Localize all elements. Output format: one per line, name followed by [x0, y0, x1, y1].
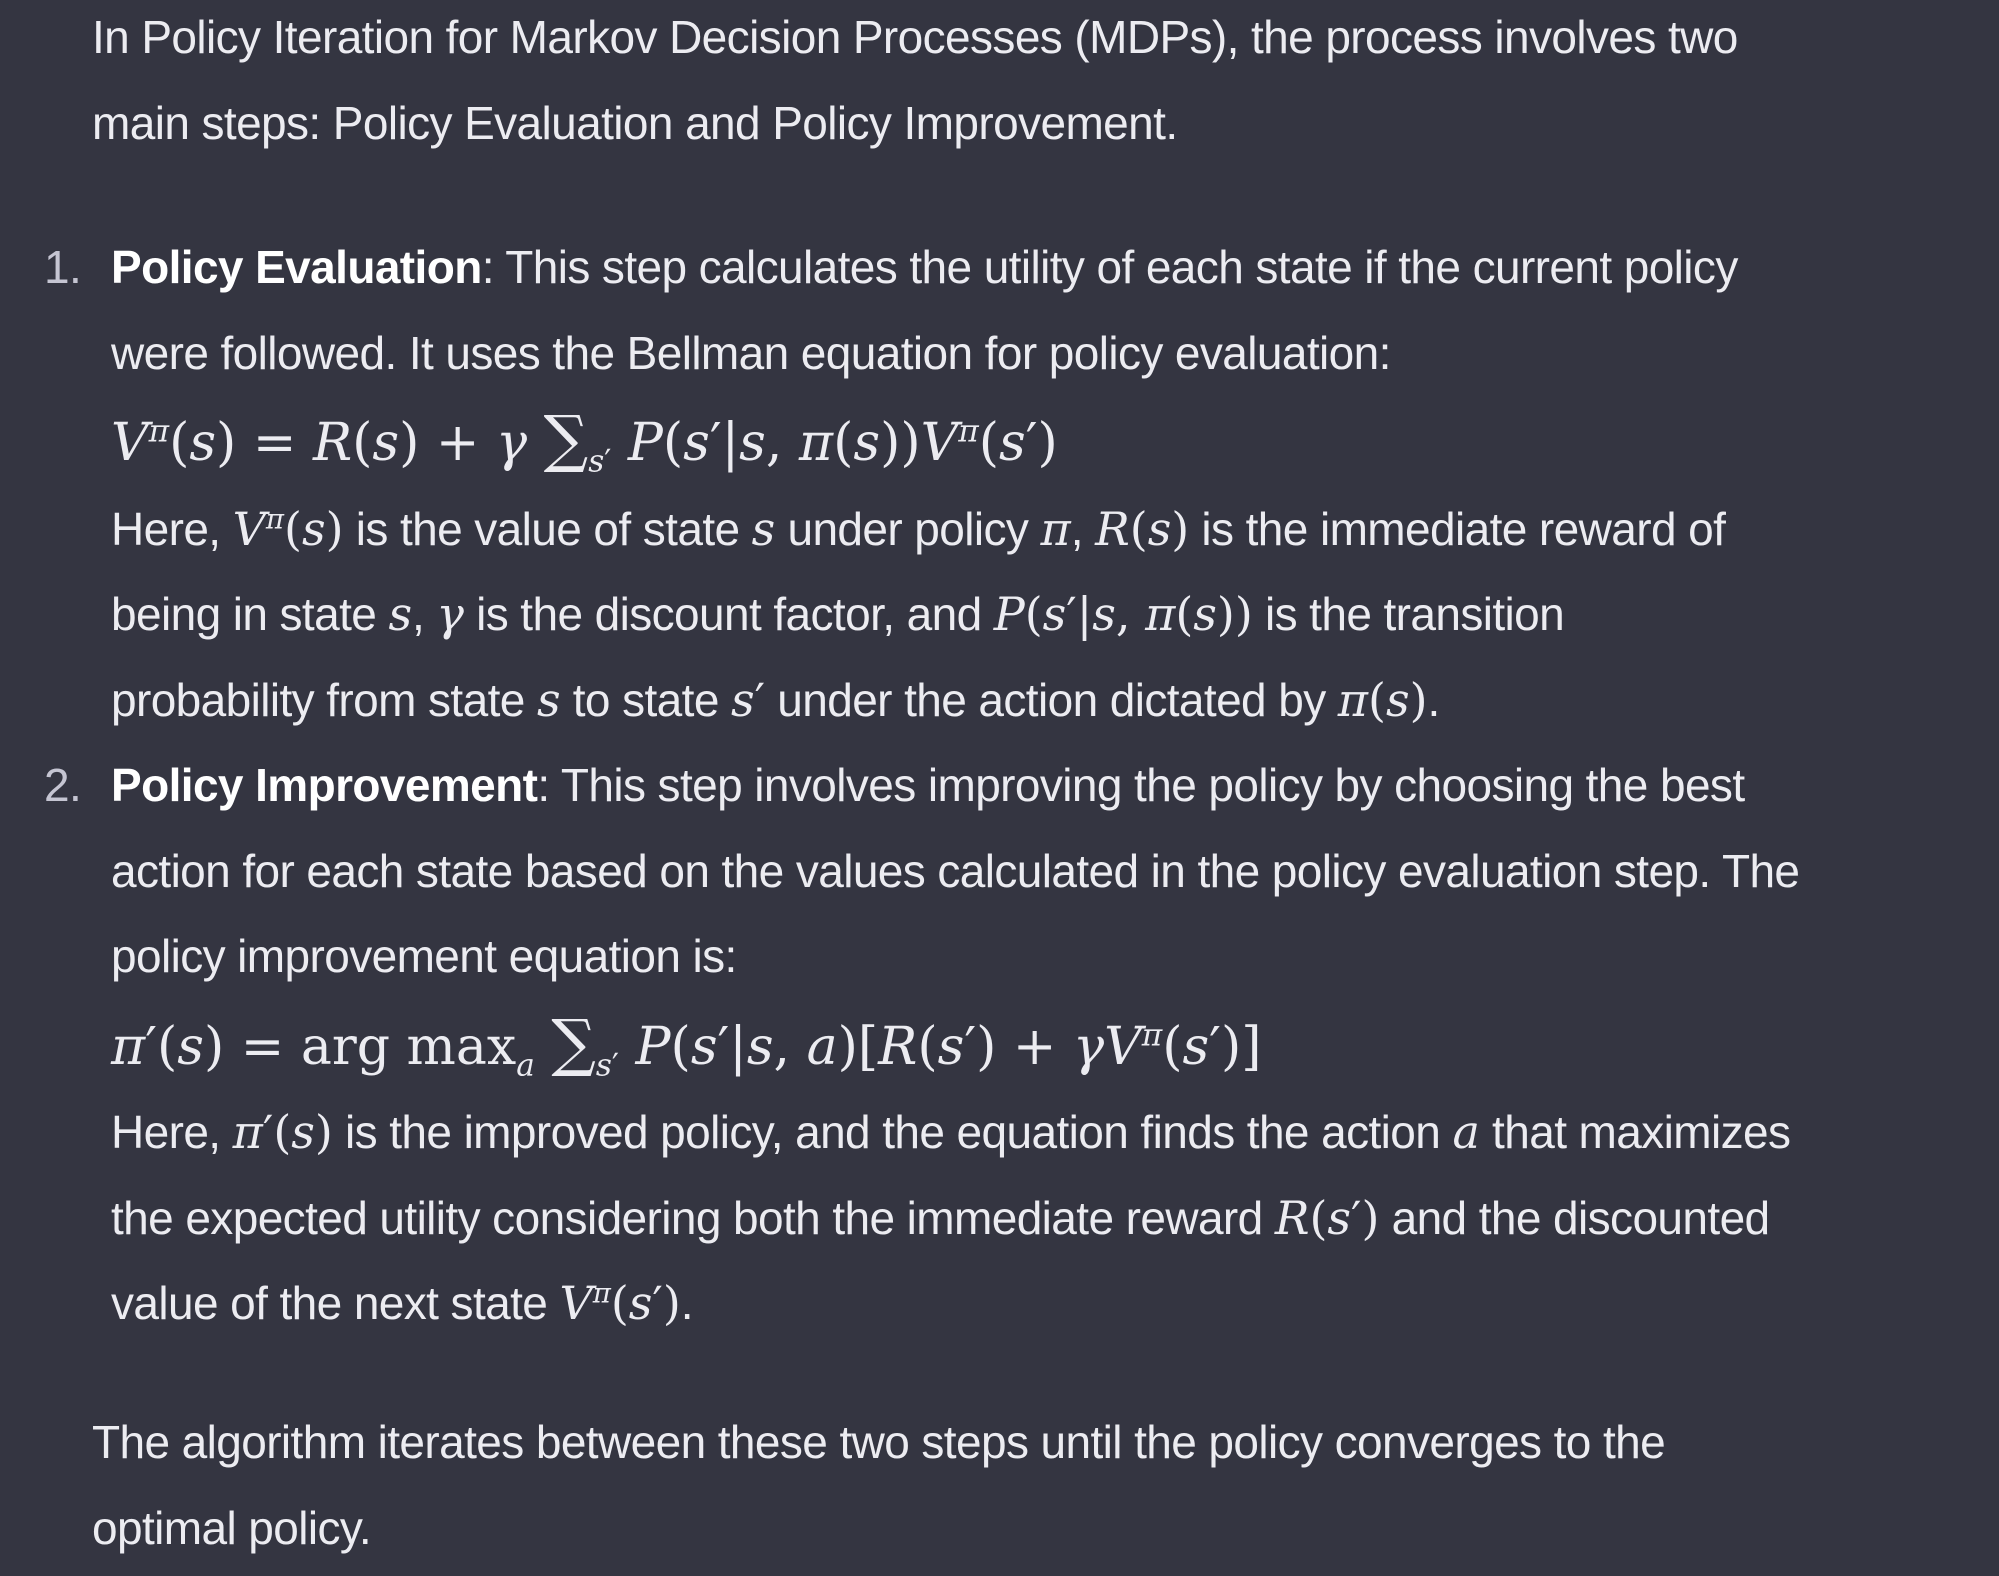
intro-line-2: main steps: Policy Evaluation and Policy…	[92, 97, 1178, 149]
step-title-policy-improvement: Policy Improvement	[111, 759, 538, 811]
list-number: 1.	[44, 241, 82, 293]
step-1-explanation-1: Here, Vπ(s) is the value of state s unde…	[111, 501, 1726, 556]
step-2-explanation-1: Here, π′(s) is the improved policy, and …	[111, 1105, 1791, 1159]
list-number: 2.	[44, 759, 82, 811]
step-title-policy-evaluation: Policy Evaluation	[111, 241, 482, 293]
step-1-explanation-2: being in state s, γ is the discount fact…	[111, 587, 1565, 641]
intro-paragraph: In Policy Iteration for Markov Decision …	[92, 0, 1972, 166]
intro-line-1: In Policy Iteration for Markov Decision …	[92, 11, 1738, 63]
step-2-text-3: policy improvement equation is:	[111, 930, 737, 982]
step-2-line-1: Policy Improvement: This step involves i…	[111, 759, 1745, 811]
step-1-text-1: This step calculates the utility of each…	[505, 241, 1738, 293]
steps-list: 1. Policy Evaluation: This step calculat…	[0, 225, 1999, 1347]
bellman-equation: Vπ(s) = R(s) + γ ∑s′ P(s′|s, π(s))Vπ(s′)	[111, 402, 1058, 480]
step-2-explanation-2: the expected utility considering both th…	[111, 1190, 1770, 1245]
step-2-text-1: This step involves improving the policy …	[560, 759, 1745, 811]
policy-improvement-equation: π′(s) = arg maxa ∑s′ P(s′|s, a)[R(s′) + …	[111, 1005, 1262, 1083]
outro-line-1: The algorithm iterates between these two…	[92, 1416, 1666, 1468]
step-2-explanation-3: value of the next state Vπ(s′).	[111, 1276, 694, 1330]
list-item-policy-evaluation: 1. Policy Evaluation: This step calculat…	[0, 225, 1999, 743]
outro-paragraph: The algorithm iterates between these two…	[92, 1399, 1972, 1571]
step-1-text-2: were followed. It uses the Bellman equat…	[111, 326, 1391, 379]
step-2-text-2: action for each state based on the value…	[111, 844, 1800, 897]
list-item-policy-improvement: 2. Policy Improvement: This step involve…	[0, 743, 1999, 1347]
step-1-line-1: Policy Evaluation: This step calculates …	[111, 241, 1738, 293]
outro-line-2: optimal policy.	[92, 1502, 372, 1554]
step-1-explanation-3: probability from state s to state s′ und…	[111, 672, 1440, 727]
assistant-message: In Policy Iteration for Markov Decision …	[0, 0, 1999, 1576]
